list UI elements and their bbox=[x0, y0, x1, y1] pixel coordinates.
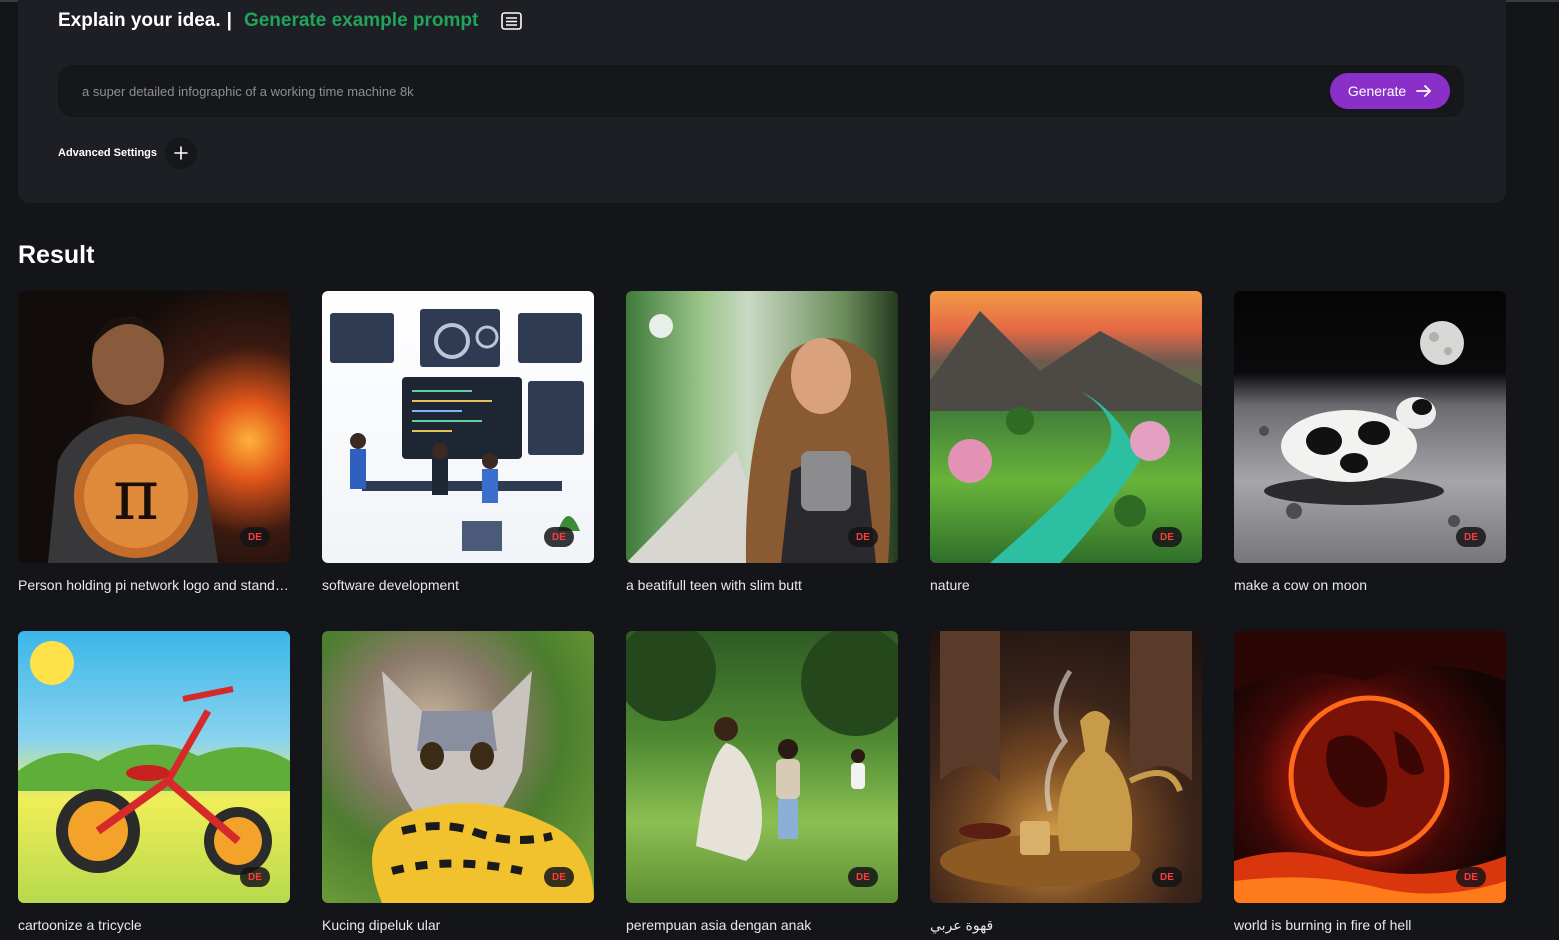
result-badge: DE bbox=[544, 527, 574, 547]
document-lines-icon[interactable] bbox=[500, 11, 522, 31]
result-badge: DE bbox=[1152, 867, 1182, 887]
prompt-heading: Explain your idea. bbox=[58, 10, 221, 31]
prompt-header: Explain your idea. | Generate example pr… bbox=[58, 8, 522, 34]
advanced-settings-label: Advanced Settings bbox=[58, 147, 158, 159]
result-image: DE bbox=[322, 631, 594, 903]
advanced-settings-toggle[interactable]: Advanced Settings bbox=[58, 137, 198, 169]
result-card[interactable]: DE a beatifull teen with slim butt bbox=[626, 291, 898, 593]
generate-button-label: Generate bbox=[1347, 83, 1407, 99]
result-badge: DE bbox=[848, 867, 878, 887]
generate-example-prompt-link[interactable]: Generate example prompt bbox=[244, 10, 478, 32]
prompt-bar: Generate bbox=[58, 65, 1464, 117]
result-image: DE bbox=[930, 631, 1202, 903]
result-caption: Kucing dipeluk ular bbox=[322, 917, 441, 933]
result-image: DE bbox=[322, 291, 594, 563]
svg-text:π: π bbox=[113, 454, 159, 536]
result-caption: make a cow on moon bbox=[1234, 577, 1368, 593]
result-caption: perempuan asia dengan anak bbox=[626, 917, 812, 933]
result-badge: DE bbox=[1152, 527, 1182, 547]
result-badge: DE bbox=[1456, 867, 1486, 887]
result-image: DE bbox=[1234, 631, 1506, 903]
result-card[interactable]: DE make a cow on moon bbox=[1234, 291, 1506, 593]
arrow-right-icon bbox=[1416, 85, 1432, 97]
result-badge: DE bbox=[1456, 527, 1486, 547]
result-badge: DE bbox=[848, 527, 878, 547]
result-caption: world is burning in fire of hell bbox=[1234, 917, 1412, 933]
result-card[interactable]: DE world is burning in fire of hell bbox=[1234, 631, 1506, 933]
result-caption: nature bbox=[930, 577, 970, 593]
result-card[interactable]: DE cartoonize a tricycle bbox=[18, 631, 290, 933]
result-image: DE bbox=[930, 291, 1202, 563]
result-caption: cartoonize a tricycle bbox=[18, 917, 142, 933]
plus-icon[interactable] bbox=[165, 137, 198, 169]
result-caption: software development bbox=[322, 577, 459, 593]
generate-button[interactable]: Generate bbox=[1330, 73, 1450, 109]
heading-separator: | bbox=[226, 10, 232, 31]
result-card[interactable]: DE perempuan asia dengan anak bbox=[626, 631, 898, 933]
result-image: DE bbox=[626, 631, 898, 903]
result-badge: DE bbox=[240, 527, 270, 547]
result-image: DE bbox=[1234, 291, 1506, 563]
prompt-input[interactable] bbox=[82, 65, 1302, 117]
result-image: π DE bbox=[18, 291, 290, 563]
result-card[interactable]: DE software development bbox=[322, 291, 594, 593]
result-card[interactable]: π DE Person holding pi network logo and … bbox=[18, 291, 290, 593]
result-image: DE bbox=[18, 631, 290, 903]
result-badge: DE bbox=[240, 867, 270, 887]
prompt-panel: Explain your idea. | Generate example pr… bbox=[18, 0, 1506, 203]
result-image: DE bbox=[626, 291, 898, 563]
result-card[interactable]: DE Kucing dipeluk ular bbox=[322, 631, 594, 933]
result-caption: a beatifull teen with slim butt bbox=[626, 577, 802, 593]
result-caption: قهوة عربي bbox=[930, 917, 994, 933]
result-card[interactable]: DE قهوة عربي bbox=[930, 631, 1202, 934]
result-badge: DE bbox=[544, 867, 574, 887]
result-card[interactable]: DE nature bbox=[930, 291, 1202, 593]
result-caption: Person holding pi network logo and stand… bbox=[18, 577, 290, 593]
result-title: Result bbox=[18, 241, 95, 269]
